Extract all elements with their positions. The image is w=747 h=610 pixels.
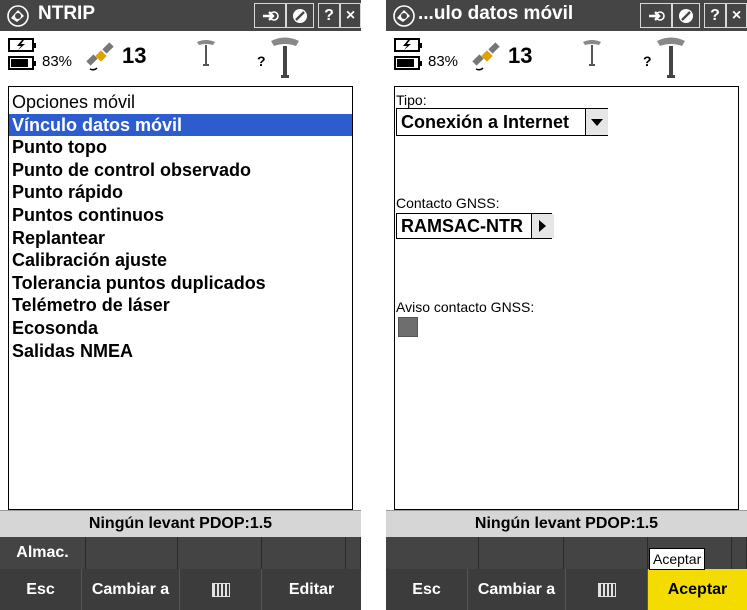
status-bar: 83% 13 ? [0, 31, 361, 86]
app-logo-icon[interactable] [6, 4, 30, 28]
empty-softkey[interactable] [346, 537, 361, 569]
menu-item[interactable]: Calibración ajuste [9, 249, 352, 272]
empty-softkey[interactable] [86, 537, 178, 569]
survey-status-line: Ningún levant PDOP:1.5 [386, 510, 747, 537]
no-entry-button[interactable] [672, 3, 700, 28]
type-label: Tipo: [396, 92, 427, 108]
empty-softkey[interactable] [564, 537, 648, 569]
menu-item[interactable]: Salidas NMEA [9, 340, 352, 363]
satellite-count: 13 [508, 43, 533, 68]
bottom-button-row: Esc Cambiar a Aceptar [386, 569, 747, 610]
screen-rover-data-link: ...ulo datos móvil ? × 83% 13 ? Tipo: Co… [386, 0, 747, 610]
esc-button[interactable]: Esc [386, 569, 468, 610]
help-button[interactable]: ? [318, 3, 340, 28]
rover-antenna-icon[interactable] [268, 35, 302, 79]
menu-item[interactable]: Opciones móvil [9, 91, 352, 114]
title-bar: ...ulo datos móvil ? × [386, 0, 747, 31]
change-to-button[interactable]: Cambiar a [468, 569, 566, 610]
keyboard-icon [211, 582, 230, 597]
battery-icon[interactable] [8, 37, 40, 71]
gnss-contact-label: Contacto GNSS: [396, 195, 500, 211]
window-title: NTRIP [38, 3, 95, 24]
menu-item-selected[interactable]: Vínculo datos móvil [9, 113, 352, 137]
type-dropdown-value: Conexión a Internet [401, 112, 570, 132]
chevron-right-icon [539, 220, 546, 232]
window-title: ...ulo datos móvil [418, 3, 574, 24]
gnss-contact-notice-checkbox[interactable] [398, 317, 418, 337]
gnss-contact-notice-label: Aviso contacto GNSS: [396, 299, 535, 315]
battery-icon[interactable] [394, 37, 426, 71]
help-button[interactable]: ? [704, 3, 726, 28]
switch-app-button[interactable] [640, 3, 672, 28]
empty-softkey[interactable] [178, 537, 262, 569]
battery-percent: 83% [428, 53, 459, 70]
gnss-contact-next-button[interactable] [531, 214, 554, 238]
accept-tooltip: Aceptar [649, 548, 706, 570]
arrow-right-icon [649, 11, 665, 21]
store-softkey[interactable]: Almac. [0, 537, 86, 569]
edit-button[interactable]: Editar [262, 569, 361, 610]
menu-item[interactable]: Punto de control observado [9, 159, 352, 182]
gnss-contact-field[interactable]: RAMSAC-NTR [396, 213, 554, 239]
type-dropdown[interactable]: Conexión a Internet [396, 108, 608, 136]
switch-app-button[interactable] [254, 3, 286, 28]
base-antenna-icon[interactable] [195, 39, 217, 67]
keyboard-button[interactable] [566, 569, 648, 610]
gnss-contact-value: RAMSAC-NTR [401, 216, 523, 236]
base-antenna-icon[interactable] [581, 39, 603, 67]
empty-softkey[interactable] [479, 537, 564, 569]
dropdown-arrow[interactable] [585, 109, 608, 135]
keyboard-button[interactable] [180, 569, 262, 610]
no-entry-icon [293, 9, 307, 23]
options-menu-list: Opciones móvil Vínculo datos móvil Punto… [8, 86, 353, 510]
close-button[interactable]: × [340, 3, 361, 28]
battery-percent: 83% [42, 53, 73, 70]
softkey-row: Almac. [0, 537, 361, 569]
menu-item[interactable]: Tolerancia puntos duplicados [9, 272, 352, 295]
rover-antenna-icon[interactable] [654, 35, 688, 79]
menu-item[interactable]: Punto topo [9, 136, 352, 159]
arrow-right-icon [263, 11, 279, 21]
satellite-icon[interactable] [84, 41, 118, 75]
close-button[interactable]: × [726, 3, 747, 28]
survey-status-line: Ningún levant PDOP:1.5 [0, 510, 361, 537]
esc-button[interactable]: Esc [0, 569, 82, 610]
bottom-button-row: Esc Cambiar a Editar [0, 569, 361, 610]
empty-softkey[interactable] [262, 537, 346, 569]
title-bar: NTRIP ? × [0, 0, 361, 31]
no-entry-button[interactable] [286, 3, 314, 28]
menu-item[interactable]: Puntos continuos [9, 204, 352, 227]
keyboard-icon [597, 582, 616, 597]
screen-ntrip-menu: NTRIP ? × 83% 13 ? Opciones móvil Víncul… [0, 0, 361, 610]
form-panel [394, 86, 739, 510]
status-bar: 83% 13 ? [386, 31, 747, 86]
menu-item[interactable]: Ecosonda [9, 317, 352, 340]
app-logo-icon[interactable] [392, 4, 416, 28]
empty-softkey[interactable] [386, 537, 479, 569]
change-to-button[interactable]: Cambiar a [82, 569, 180, 610]
rover-status-marker: ? [257, 53, 266, 69]
chevron-down-icon [591, 119, 603, 126]
satellite-icon[interactable] [470, 41, 504, 75]
satellite-count: 13 [122, 43, 147, 68]
menu-item[interactable]: Telémetro de láser [9, 294, 352, 317]
menu-item[interactable]: Punto rápido [9, 181, 352, 204]
empty-softkey[interactable] [732, 537, 747, 569]
accept-button[interactable]: Aceptar [648, 569, 747, 610]
no-entry-icon [679, 9, 693, 23]
rover-status-marker: ? [643, 53, 652, 69]
menu-item[interactable]: Replantear [9, 227, 352, 250]
